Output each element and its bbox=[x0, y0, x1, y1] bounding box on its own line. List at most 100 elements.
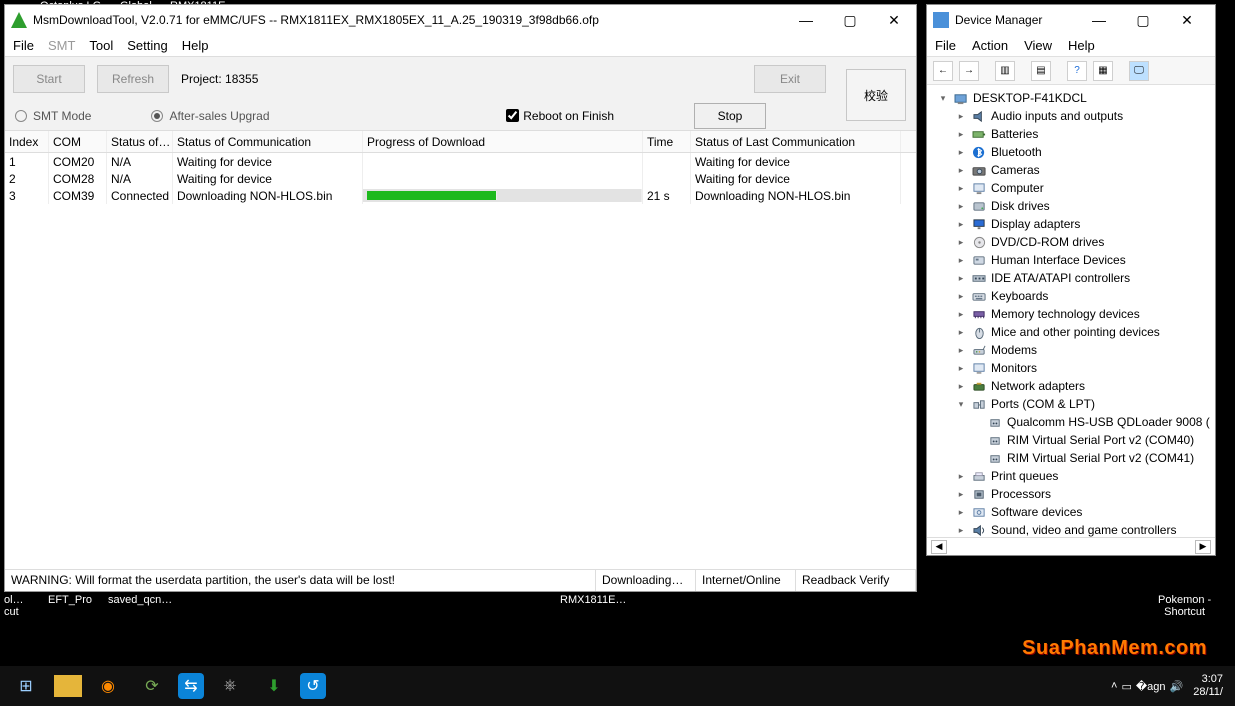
radio-aftersales[interactable]: After-sales Upgrad bbox=[151, 109, 269, 123]
tree-root[interactable]: ▾DESKTOP-F41KDCL bbox=[929, 89, 1213, 107]
table-row[interactable]: 2COM28N/AWaiting for deviceWaiting for d… bbox=[5, 170, 916, 187]
chevron-right-icon[interactable]: ▸ bbox=[955, 305, 967, 323]
tree-node[interactable]: ▸Audio inputs and outputs bbox=[929, 107, 1213, 125]
tree-node[interactable]: ▾Ports (COM & LPT) bbox=[929, 395, 1213, 413]
tree-node[interactable]: ▸Human Interface Devices bbox=[929, 251, 1213, 269]
start-button[interactable]: Start bbox=[13, 65, 85, 93]
reboot-checkbox-input[interactable] bbox=[506, 109, 519, 122]
tree-child[interactable]: Qualcomm HS-USB QDLoader 9008 ( bbox=[929, 413, 1213, 431]
chevron-right-icon[interactable]: ▸ bbox=[955, 467, 967, 485]
dm-horizontal-scrollbar[interactable]: ◀ ▶ bbox=[927, 537, 1215, 555]
close-button[interactable]: ✕ bbox=[872, 5, 916, 35]
show-hide-tree-icon[interactable]: ▥ bbox=[995, 61, 1015, 81]
col-last-comm[interactable]: Status of Last Communication bbox=[691, 131, 901, 152]
menu-tool[interactable]: Tool bbox=[89, 38, 113, 53]
start-button-icon[interactable]: ⊞ bbox=[6, 670, 46, 702]
tree-child[interactable]: RIM Virtual Serial Port v2 (COM40) bbox=[929, 431, 1213, 449]
teamviewer2-icon[interactable]: ↺ bbox=[300, 673, 326, 699]
chevron-right-icon[interactable]: ▸ bbox=[955, 161, 967, 179]
minimize-button[interactable]: — bbox=[784, 5, 828, 35]
download-icon[interactable]: ⬇ bbox=[256, 670, 292, 702]
menu-setting[interactable]: Setting bbox=[127, 38, 167, 53]
chevron-right-icon[interactable]: ▸ bbox=[955, 179, 967, 197]
teamviewer-icon[interactable]: ⇆ bbox=[178, 673, 204, 699]
reboot-on-finish-checkbox[interactable]: Reboot on Finish bbox=[506, 109, 614, 123]
desktop-icon-label[interactable]: ol… cut bbox=[4, 594, 24, 618]
chevron-right-icon[interactable]: ▸ bbox=[955, 377, 967, 395]
tree-node[interactable]: ▸Display adapters bbox=[929, 215, 1213, 233]
tree-node[interactable]: ▸Sound, video and game controllers bbox=[929, 521, 1213, 537]
tree-node[interactable]: ▸Software devices bbox=[929, 503, 1213, 521]
maximize-button[interactable]: ▢ bbox=[828, 5, 872, 35]
tree-node[interactable]: ▸Batteries bbox=[929, 125, 1213, 143]
desktop-icon-label[interactable]: Pokemon - Shortcut bbox=[1158, 594, 1211, 618]
tray-wifi-icon[interactable]: �agn bbox=[1136, 680, 1166, 693]
titlebar[interactable]: MsmDownloadTool, V2.0.71 for eMMC/UFS --… bbox=[5, 5, 916, 35]
chevron-right-icon[interactable]: ▸ bbox=[955, 503, 967, 521]
firefox-icon[interactable]: ◉ bbox=[90, 670, 126, 702]
app-icon-gray[interactable]: ⎈ bbox=[212, 670, 248, 702]
col-time[interactable]: Time bbox=[643, 131, 691, 152]
chevron-right-icon[interactable]: ▸ bbox=[955, 251, 967, 269]
tree-node[interactable]: ▸Memory technology devices bbox=[929, 305, 1213, 323]
show-hidden-icon[interactable]: 🖵 bbox=[1129, 61, 1149, 81]
chevron-right-icon[interactable]: ▸ bbox=[955, 233, 967, 251]
forward-icon[interactable]: → bbox=[959, 61, 979, 81]
help-icon[interactable]: ? bbox=[1067, 61, 1087, 81]
chevron-right-icon[interactable]: ▸ bbox=[955, 269, 967, 287]
chevron-right-icon[interactable]: ▸ bbox=[955, 143, 967, 161]
desktop-icon-label[interactable]: EFT_Pro bbox=[48, 594, 92, 606]
tree-node[interactable]: ▸Mice and other pointing devices bbox=[929, 323, 1213, 341]
tree-child[interactable]: RIM Virtual Serial Port v2 (COM41) bbox=[929, 449, 1213, 467]
back-icon[interactable]: ← bbox=[933, 61, 953, 81]
idm-icon[interactable]: ⟳ bbox=[134, 670, 170, 702]
tree-node[interactable]: ▸Disk drives bbox=[929, 197, 1213, 215]
scroll-right-icon[interactable]: ▶ bbox=[1195, 540, 1211, 554]
chevron-right-icon[interactable]: ▸ bbox=[955, 341, 967, 359]
menu-file[interactable]: File bbox=[13, 38, 34, 53]
tree-node[interactable]: ▸Cameras bbox=[929, 161, 1213, 179]
chevron-right-icon[interactable]: ▸ bbox=[955, 107, 967, 125]
file-explorer-icon[interactable] bbox=[54, 675, 82, 697]
tray-up-icon[interactable]: ˄ bbox=[1111, 680, 1117, 692]
tray-volume-icon[interactable]: 🔊 bbox=[1170, 680, 1184, 693]
col-index[interactable]: Index bbox=[5, 131, 49, 152]
chevron-down-icon[interactable]: ▾ bbox=[937, 89, 949, 107]
stop-button[interactable]: Stop bbox=[694, 103, 766, 129]
taskbar[interactable]: ⊞ ◉ ⟳ ⇆ ⎈ ⬇ ↺ ˄ ▭ �agn 🔊 3:07 28/11/ bbox=[0, 666, 1235, 706]
chevron-right-icon[interactable]: ▸ bbox=[955, 197, 967, 215]
tree-node[interactable]: ▸Processors bbox=[929, 485, 1213, 503]
scan-hardware-icon[interactable]: ▦ bbox=[1093, 61, 1113, 81]
dm-minimize-button[interactable]: — bbox=[1077, 5, 1121, 35]
tree-node[interactable]: ▸Print queues bbox=[929, 467, 1213, 485]
chevron-right-icon[interactable]: ▸ bbox=[955, 287, 967, 305]
tree-node[interactable]: ▸Monitors bbox=[929, 359, 1213, 377]
exit-button[interactable]: Exit bbox=[754, 65, 826, 93]
chevron-right-icon[interactable]: ▸ bbox=[955, 359, 967, 377]
tree-node[interactable]: ▸Bluetooth bbox=[929, 143, 1213, 161]
verify-button[interactable]: 校验 bbox=[846, 69, 906, 121]
tree-node[interactable]: ▸Modems bbox=[929, 341, 1213, 359]
col-status-comm[interactable]: Status of Communication bbox=[173, 131, 363, 152]
desktop-icon-label[interactable]: saved_qcn… bbox=[108, 594, 172, 606]
taskbar-clock[interactable]: 3:07 28/11/ bbox=[1187, 673, 1229, 699]
tree-node[interactable]: ▸DVD/CD-ROM drives bbox=[929, 233, 1213, 251]
tray-battery-icon[interactable]: ▭ bbox=[1121, 680, 1131, 693]
tree-node[interactable]: ▸Keyboards bbox=[929, 287, 1213, 305]
chevron-right-icon[interactable]: ▸ bbox=[955, 485, 967, 503]
table-row[interactable]: 3COM39ConnectedDownloading NON-HLOS.bin2… bbox=[5, 187, 916, 204]
scroll-left-icon[interactable]: ◀ bbox=[931, 540, 947, 554]
col-status-of[interactable]: Status of… bbox=[107, 131, 173, 152]
table-row[interactable]: 1COM20N/AWaiting for deviceWaiting for d… bbox=[5, 153, 916, 170]
col-com[interactable]: COM bbox=[49, 131, 107, 152]
refresh-button[interactable]: Refresh bbox=[97, 65, 169, 93]
chevron-right-icon[interactable]: ▸ bbox=[955, 125, 967, 143]
chevron-down-icon[interactable]: ▾ bbox=[955, 395, 967, 413]
dm-titlebar[interactable]: Device Manager — ▢ ✕ bbox=[927, 5, 1215, 35]
dm-menu-view[interactable]: View bbox=[1024, 38, 1052, 53]
dm-menu-file[interactable]: File bbox=[935, 38, 956, 53]
chevron-right-icon[interactable]: ▸ bbox=[955, 215, 967, 233]
dm-menu-help[interactable]: Help bbox=[1068, 38, 1095, 53]
chevron-right-icon[interactable]: ▸ bbox=[955, 323, 967, 341]
dm-menu-action[interactable]: Action bbox=[972, 38, 1008, 53]
